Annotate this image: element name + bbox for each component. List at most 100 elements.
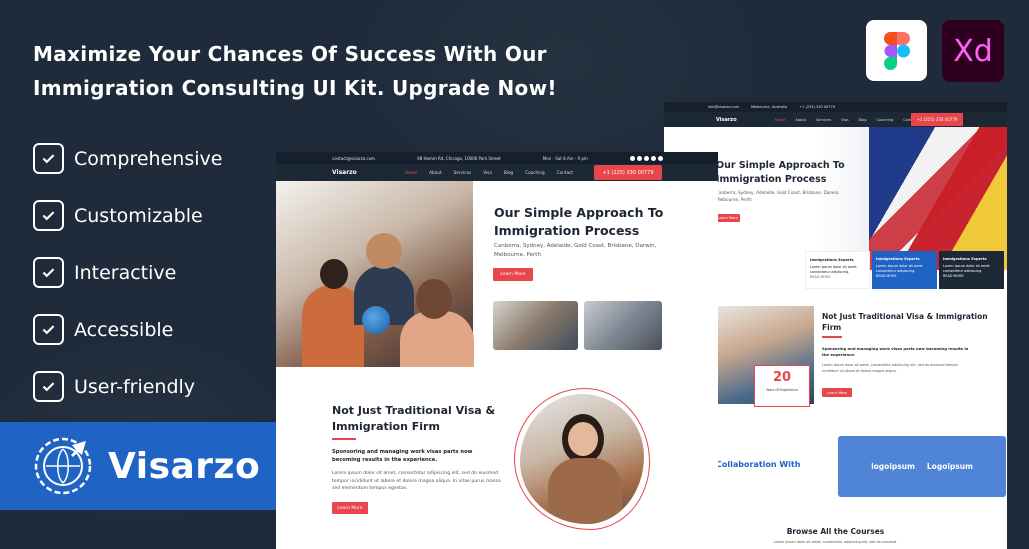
feature-label: Accessible bbox=[74, 318, 174, 341]
feature-item: Customizable bbox=[33, 187, 222, 244]
service-card[interactable]: Immigrations Experts Lorem ipsum dolor s… bbox=[805, 251, 870, 289]
front-phone-button[interactable]: +1 (225) 330 00779 bbox=[594, 165, 662, 180]
front-nav-visa[interactable]: Visa bbox=[483, 170, 492, 175]
front-topbar-address: 98 Hamm Rd, Chicago, 10006 Park Street bbox=[417, 155, 501, 161]
linkedin-icon[interactable] bbox=[651, 155, 656, 161]
badge-number: 20 bbox=[772, 370, 792, 385]
back-section2-title: Not Just Traditional Visa & Immigration … bbox=[822, 312, 988, 332]
divider bbox=[332, 438, 356, 440]
front-hero-learn-more-button[interactable]: Learn More bbox=[493, 268, 533, 281]
headline: Maximize Your Chances Of Success With Ou… bbox=[33, 42, 557, 100]
collab-title: Collaboration With bbox=[716, 460, 801, 469]
check-icon bbox=[33, 257, 64, 288]
back-topbar: info@visarzo.com Melbourne, Australia +1… bbox=[664, 102, 1007, 112]
front-nav-menu: Home About Services Visa Blog Coaching C… bbox=[405, 170, 573, 175]
check-icon bbox=[33, 143, 64, 174]
feature-label: Interactive bbox=[74, 261, 177, 284]
figma-icon bbox=[866, 20, 927, 81]
brand-name: Visarzo bbox=[108, 445, 261, 487]
front-nav-home[interactable]: Home bbox=[405, 170, 417, 175]
feature-item: Interactive bbox=[33, 244, 222, 301]
consultation-photo bbox=[276, 181, 474, 367]
experience-badge: 20 Years Of Experience bbox=[754, 365, 810, 407]
feature-label: Comprehensive bbox=[74, 147, 223, 170]
person-shape bbox=[416, 279, 452, 319]
hero-thumbnail-image bbox=[493, 301, 578, 350]
back-nav-logo[interactable]: Visarzo bbox=[716, 117, 737, 123]
front-nav-services[interactable]: Services bbox=[454, 170, 472, 175]
feature-label: Customizable bbox=[74, 204, 203, 227]
person-shape bbox=[568, 422, 598, 456]
card-title: Immigrations Experts bbox=[943, 257, 987, 261]
back-section2-subtitle: Sponsoring and managing work visas parts… bbox=[822, 346, 969, 357]
card-link[interactable]: READ MORE bbox=[943, 274, 964, 278]
card-link[interactable]: READ MORE bbox=[876, 274, 897, 278]
partner-logo: logoipsum bbox=[871, 462, 915, 471]
back-nav-visa[interactable]: Visa bbox=[841, 118, 848, 122]
check-icon bbox=[33, 371, 64, 402]
social-icons bbox=[630, 155, 663, 161]
back-nav-coaching[interactable]: Coaching bbox=[877, 118, 894, 122]
card-text: Lorem ipsum dolor sit amet consectetur a… bbox=[876, 264, 923, 273]
brand-banner: Visarzo bbox=[0, 422, 276, 510]
back-nav-about[interactable]: About bbox=[795, 118, 806, 122]
twitter-icon[interactable] bbox=[637, 155, 642, 161]
front-hero-title: Our Simple Approach To Immigration Proce… bbox=[494, 205, 664, 238]
xd-label: Xd bbox=[953, 33, 993, 69]
back-topbar-email: info@visarzo.com bbox=[708, 105, 740, 109]
back-hero-learn-more-button[interactable]: Learn More bbox=[716, 214, 740, 222]
service-card[interactable]: Immigrations Experts Lorem ipsum dolor s… bbox=[872, 251, 937, 289]
front-nav-contact[interactable]: Contact bbox=[557, 170, 573, 175]
front-section2-body: Lorem ipsum dolor sit amet, consectetur … bbox=[332, 471, 501, 491]
back-section2-learn-more-button[interactable]: Learn More bbox=[822, 388, 852, 397]
courses-subtitle: Lorem ipsum dolor sit amet, consectetur … bbox=[773, 540, 898, 544]
card-text: Lorem ipsum dolor sit amet consectetur a… bbox=[810, 265, 857, 274]
back-navbar: Visarzo Home About Services Visa Blog Co… bbox=[664, 112, 1007, 127]
card-title: Immigrations Experts bbox=[876, 257, 920, 261]
person-shape bbox=[320, 259, 348, 289]
check-icon bbox=[33, 200, 64, 231]
feature-item: Comprehensive bbox=[33, 130, 222, 187]
person-shape bbox=[548, 458, 622, 524]
partner-logo: Logoipsum bbox=[926, 462, 973, 471]
front-section2-title: Not Just Traditional Visa & Immigration … bbox=[332, 404, 496, 433]
facebook-icon[interactable] bbox=[630, 155, 635, 161]
feature-item: User-friendly bbox=[33, 358, 222, 415]
woman-with-passport-photo bbox=[520, 394, 644, 524]
card-link[interactable]: READ MORE bbox=[810, 275, 831, 279]
back-nav-services[interactable]: Services bbox=[816, 118, 831, 122]
card-text: Lorem ipsum dolor sit amet consectetur a… bbox=[943, 264, 990, 273]
hero-thumbnail-image bbox=[584, 301, 662, 350]
instagram-icon[interactable] bbox=[644, 155, 649, 161]
back-topbar-address: Melbourne, Australia bbox=[751, 105, 788, 109]
front-nav-about[interactable]: About bbox=[429, 170, 441, 175]
front-nav-coaching[interactable]: Coaching bbox=[525, 170, 544, 175]
person-shape bbox=[366, 233, 402, 269]
person-shape bbox=[400, 311, 474, 367]
back-nav-menu: Home About Services Visa Blog Coaching C… bbox=[775, 118, 918, 122]
youtube-icon[interactable] bbox=[658, 155, 663, 161]
back-hero-subtitle: Canberra, Sydney, Adelaide, Gold Coast, … bbox=[716, 190, 840, 202]
back-phone-button[interactable]: +1 (225) 330 00779 bbox=[911, 113, 963, 126]
back-nav-blog[interactable]: Blog bbox=[859, 118, 867, 122]
feature-item: Accessible bbox=[33, 301, 222, 358]
check-icon bbox=[33, 314, 64, 345]
front-section2-subtitle: Sponsoring and managing work visas parts… bbox=[332, 449, 473, 463]
back-nav-home[interactable]: Home bbox=[775, 118, 786, 122]
front-topbar-hours: Mon - Sat 8 Am - 9 pm bbox=[542, 155, 588, 161]
card-title: Immigrations Experts bbox=[810, 258, 854, 262]
adobe-xd-icon: Xd bbox=[942, 20, 1004, 82]
front-nav-blog[interactable]: Blog bbox=[504, 170, 513, 175]
flags-image bbox=[869, 127, 1007, 270]
front-hero-subtitle: Canberra, Sydney, Adelaide, Gold Coast, … bbox=[494, 243, 657, 258]
service-card[interactable]: Immigrations Experts Lorem ipsum dolor s… bbox=[939, 251, 1004, 289]
globe-plane-logo-icon bbox=[34, 437, 92, 495]
front-topbar-email: contact@visarzo.com bbox=[332, 155, 375, 161]
front-website-mockup: contact@visarzo.com 98 Hamm Rd, Chicago,… bbox=[276, 152, 718, 549]
globe-icon bbox=[362, 306, 390, 334]
back-hero-title: Our Simple Approach To Immigration Proce… bbox=[716, 160, 845, 185]
front-nav-logo[interactable]: Visarzo bbox=[332, 169, 357, 176]
badge-text: Years Of Experience bbox=[766, 388, 798, 392]
feature-label: User-friendly bbox=[74, 375, 196, 398]
front-section2-learn-more-button[interactable]: Learn More bbox=[332, 502, 368, 514]
